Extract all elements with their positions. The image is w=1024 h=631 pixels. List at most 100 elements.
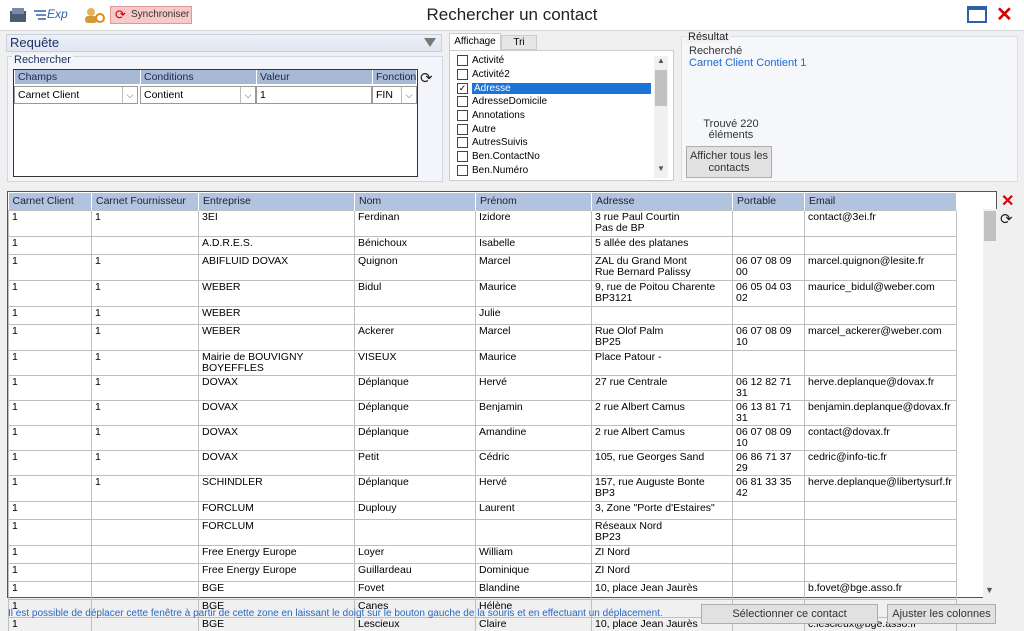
table-cell: Lescieux xyxy=(354,616,476,631)
table-row[interactable]: 1 1 DOVAX Petit Cédric 105, rue Georges Sand 0… xyxy=(8,449,957,476)
table-row[interactable]: 1 1 WEBER Ackerer Marcel Rue Olof Palm BP25 06… xyxy=(8,323,957,351)
column-header[interactable]: Email xyxy=(804,193,957,210)
table-cell: 1 xyxy=(91,305,199,325)
table-row[interactable]: 1 FORCLUM Duplouy Laurent 3, Zone "Porte d'E… xyxy=(8,500,957,520)
table-cell: 06 05 04 03 02 xyxy=(732,279,805,307)
table-cell xyxy=(91,544,199,564)
table-row[interactable]: 1 1 WEBER Julie xyxy=(8,305,957,325)
affichage-item[interactable]: Ben.ContactNo xyxy=(455,150,655,164)
refresh-icon[interactable]: ⟳ xyxy=(420,69,433,87)
affichage-item[interactable]: Ben.Numéro xyxy=(455,164,655,178)
table-row[interactable]: 1 BGE Fovet Blandine 10, place Jean Jaurès b.… xyxy=(8,580,957,600)
table-row[interactable]: 1 1 DOVAX Déplanque Amandine 2 rue Albert Cam… xyxy=(8,424,957,451)
checkbox-icon[interactable] xyxy=(457,164,468,176)
grid-scrollbar[interactable] xyxy=(983,209,997,598)
table-cell: 06 07 08 09 00 xyxy=(732,253,805,281)
column-header[interactable]: Adresse xyxy=(591,193,733,210)
checkbox-icon[interactable] xyxy=(457,123,468,135)
table-cell: 1 xyxy=(8,562,92,582)
table-cell: 1 xyxy=(8,235,92,255)
column-header[interactable]: Entreprise xyxy=(198,193,355,210)
checkbox-icon[interactable] xyxy=(457,110,468,122)
checkbox-icon[interactable] xyxy=(457,151,468,163)
table-cell: 1 xyxy=(8,279,92,307)
table-cell xyxy=(91,580,199,600)
chevron-down-icon[interactable]: ▼ xyxy=(655,164,667,173)
maximize-icon[interactable] xyxy=(967,6,987,23)
checkbox-checked-icon[interactable]: ✓ xyxy=(457,82,468,94)
drag-hint[interactable]: Il est possible de déplacer cette fenêtr… xyxy=(8,608,663,619)
affichage-item[interactable]: Activité2 xyxy=(455,68,655,82)
column-header[interactable]: Portable xyxy=(732,193,805,210)
table-cell: 1 xyxy=(91,279,199,307)
column-header[interactable]: Carnet Client xyxy=(8,193,92,210)
column-header[interactable]: Prénom xyxy=(475,193,592,210)
table-row[interactable]: 1 1 WEBER Bidul Maurice 9, rue de Poitou Char… xyxy=(8,279,957,307)
affichage-item[interactable]: AdresseDomicile xyxy=(455,95,655,109)
affichage-item[interactable]: Autre xyxy=(455,122,655,136)
champ-select[interactable]: Carnet Client ⌵ xyxy=(14,86,138,104)
table-cell: 1 xyxy=(8,449,92,476)
table-cell: 06 07 08 09 10 xyxy=(732,424,805,451)
column-header[interactable]: Carnet Fournisseur xyxy=(91,193,199,210)
affichage-item[interactable]: AutresSuivis xyxy=(455,136,655,150)
column-header[interactable]: Nom xyxy=(354,193,476,210)
table-row[interactable]: 1 1 3EI Ferdinan Izidore 3 rue Paul Courtin P… xyxy=(8,209,957,237)
condition-select[interactable]: Contient ⌵ xyxy=(140,86,256,104)
table-cell: 1 xyxy=(8,349,92,376)
query-summary: Carnet Client Contient 1 xyxy=(689,57,807,69)
checkbox-icon[interactable] xyxy=(457,55,468,67)
affichage-item[interactable]: ✓ Adresse xyxy=(455,81,655,95)
table-cell: Isabelle xyxy=(475,235,592,255)
table-row[interactable]: 1 1 DOVAX Déplanque Hervé 27 rue Centrale 06 1… xyxy=(8,374,957,401)
affichage-checklist[interactable]: Activité Activité2 ✓ Adresse AdresseDomicile… xyxy=(455,54,655,178)
affichage-item[interactable]: Annotations xyxy=(455,109,655,123)
requete-dropdown[interactable] xyxy=(6,34,442,52)
delete-icon[interactable]: ✕ xyxy=(1001,191,1014,211)
table-cell: 1 xyxy=(91,323,199,351)
valeur-input[interactable]: 1 xyxy=(256,86,372,104)
close-icon[interactable]: ✕ xyxy=(996,2,1013,27)
table-cell: contact@dovax.fr xyxy=(804,424,957,451)
table-row[interactable]: 1 1 ABIFLUID DOVAX Quignon Marcel ZAL du Gran… xyxy=(8,253,957,281)
table-cell: cedric@info-tic.fr xyxy=(804,449,957,476)
show-all-contacts-button[interactable]: Afficher tous les contacts xyxy=(686,146,772,178)
refresh-icon[interactable]: ⟳ xyxy=(1000,210,1013,228)
tab-affichage[interactable]: Affichage xyxy=(449,33,501,50)
affichage-scroll-thumb[interactable] xyxy=(655,70,667,106)
fonction-select[interactable]: FIN ⌵ xyxy=(372,86,417,104)
chevron-down-icon[interactable]: ⌵ xyxy=(240,87,255,103)
table-cell xyxy=(804,544,957,564)
chevron-down-icon[interactable]: ⌵ xyxy=(401,87,416,103)
checkbox-icon[interactable] xyxy=(457,96,468,108)
table-cell xyxy=(591,305,733,325)
checkbox-icon[interactable] xyxy=(457,137,468,149)
table-row[interactable]: 1 Free Energy Europe Loyer William ZI Nord xyxy=(8,544,957,564)
resultat-label: Résultat xyxy=(686,31,731,43)
table-row[interactable]: 1 1 DOVAX Déplanque Benjamin 2 rue Albert Cam… xyxy=(8,399,957,426)
table-row[interactable]: 1 1 Mairie de BOUVIGNY BOYEFFLES VISEUX Maur… xyxy=(8,349,957,376)
select-contact-button[interactable]: Sélectionner ce contact xyxy=(701,604,878,624)
tab-tri[interactable]: Tri xyxy=(501,35,537,50)
table-cell: William xyxy=(475,544,592,564)
table-cell: 105, rue Georges Sand xyxy=(591,449,733,476)
table-cell: Ackerer xyxy=(354,323,476,351)
checkbox-icon[interactable] xyxy=(457,69,468,81)
table-cell: Izidore xyxy=(475,209,592,237)
affichage-scrollbar[interactable]: ▲ ▼ xyxy=(654,56,668,178)
chevron-down-icon[interactable]: ⌵ xyxy=(122,87,137,103)
table-cell xyxy=(732,580,805,600)
table-cell: Cédric xyxy=(475,449,592,476)
criteria-header-fonction: Fonction xyxy=(373,70,417,84)
table-cell xyxy=(91,500,199,520)
table-row[interactable]: 1 Free Energy Europe Guillardeau Dominique Z… xyxy=(8,562,957,582)
adjust-columns-button[interactable]: Ajuster les colonnes xyxy=(887,604,996,624)
chevron-down-icon[interactable]: ▼ xyxy=(985,585,994,595)
table-row[interactable]: 1 1 SCHINDLER Déplanque Hervé 157, rue August… xyxy=(8,474,957,502)
grid-scroll-thumb[interactable] xyxy=(984,211,996,241)
table-row[interactable]: 1 A.D.R.E.S. Bénichoux Isabelle 5 allée des … xyxy=(8,235,957,255)
triangle-down-icon[interactable] xyxy=(424,38,436,47)
chevron-up-icon[interactable]: ▲ xyxy=(655,56,667,65)
table-row[interactable]: 1 FORCLUM Réseaux Nord BP23 xyxy=(8,518,957,546)
affichage-item[interactable]: Activité xyxy=(455,54,655,68)
